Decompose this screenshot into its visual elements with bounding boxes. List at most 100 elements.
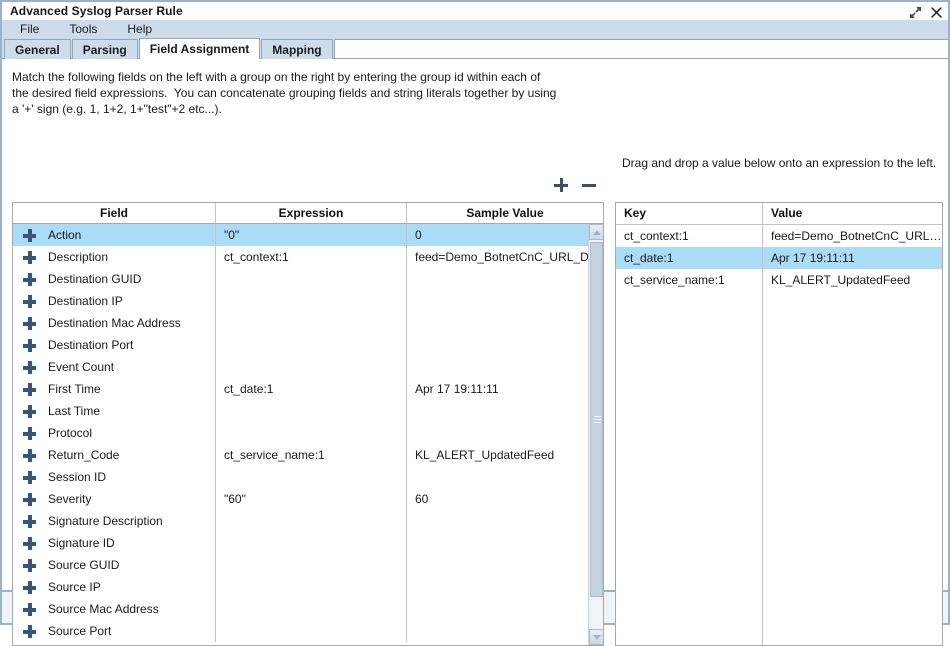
- field-label: First Time: [48, 378, 101, 400]
- table-row[interactable]: Destination Port: [13, 334, 603, 356]
- drag-handle-icon[interactable]: [23, 625, 36, 638]
- table-row[interactable]: Return_Codect_service_name:1KL_ALERT_Upd…: [13, 444, 603, 466]
- table-row[interactable]: Source Port: [13, 620, 603, 642]
- column-header-value[interactable]: Value: [763, 203, 942, 224]
- expression-cell[interactable]: ct_context:1: [216, 246, 407, 268]
- instructions-line-1: Match the following fields on the left w…: [12, 69, 552, 85]
- expression-cell[interactable]: "60": [216, 488, 407, 510]
- add-row-button[interactable]: [554, 178, 568, 192]
- table-row[interactable]: Severity"60"60: [13, 488, 603, 510]
- drag-handle-icon[interactable]: [23, 361, 36, 374]
- tab-strip: General Parsing Field Assignment Mapping: [0, 38, 950, 59]
- field-label: Signature Description: [48, 510, 163, 532]
- table-row[interactable]: Action"0"0: [13, 224, 603, 246]
- expression-cell[interactable]: [216, 422, 407, 444]
- expression-cell[interactable]: "0": [216, 224, 407, 246]
- drag-handle-icon[interactable]: [23, 317, 36, 330]
- restore-icon[interactable]: [907, 4, 924, 21]
- column-header-expression[interactable]: Expression: [216, 203, 407, 223]
- expression-cell[interactable]: [216, 400, 407, 422]
- expression-cell[interactable]: [216, 620, 407, 642]
- table-row[interactable]: Source Mac Address: [13, 598, 603, 620]
- remove-row-button[interactable]: [582, 178, 596, 192]
- table-row[interactable]: Source IP: [13, 576, 603, 598]
- drag-handle-icon[interactable]: [23, 251, 36, 264]
- title-bar: Advanced Syslog Parser Rule: [0, 0, 950, 20]
- list-item[interactable]: ct_service_name:1KL_ALERT_UpdatedFeed: [616, 269, 942, 291]
- field-cell: Description: [13, 246, 216, 268]
- drag-handle-icon[interactable]: [23, 449, 36, 462]
- menu-bar: File Tools Help: [0, 20, 950, 38]
- field-cell: Last Time: [13, 400, 216, 422]
- expression-cell[interactable]: [216, 510, 407, 532]
- close-icon[interactable]: [928, 4, 945, 21]
- field-label: Action: [48, 224, 81, 246]
- table-row[interactable]: Descriptionct_context:1feed=Demo_BotnetC…: [13, 246, 603, 268]
- column-header-field[interactable]: Field: [13, 203, 216, 223]
- drag-handle-icon[interactable]: [23, 493, 36, 506]
- drag-handle-icon[interactable]: [23, 339, 36, 352]
- table-row[interactable]: Destination GUID: [13, 268, 603, 290]
- drag-handle-icon[interactable]: [23, 471, 36, 484]
- table-row[interactable]: Signature ID: [13, 532, 603, 554]
- table-row[interactable]: First Timect_date:1Apr 17 19:11:11: [13, 378, 603, 400]
- value-table-header: Key Value: [616, 203, 942, 225]
- expression-cell[interactable]: [216, 312, 407, 334]
- table-row[interactable]: Destination IP: [13, 290, 603, 312]
- menu-item-tools[interactable]: Tools: [69, 22, 111, 36]
- expression-cell[interactable]: [216, 356, 407, 378]
- list-item[interactable]: ct_context:1feed=Demo_BotnetCnC_URL_D...: [616, 225, 942, 247]
- expression-cell[interactable]: ct_service_name:1: [216, 444, 407, 466]
- tab-field-assignment[interactable]: Field Assignment: [139, 38, 261, 59]
- table-row[interactable]: Protocol: [13, 422, 603, 444]
- drag-handle-icon[interactable]: [23, 537, 36, 550]
- field-label: Source GUID: [48, 554, 119, 576]
- scroll-down-icon[interactable]: [589, 629, 604, 645]
- field-cell: Destination IP: [13, 290, 216, 312]
- menu-item-help[interactable]: Help: [127, 22, 166, 36]
- drag-handle-icon[interactable]: [23, 427, 36, 440]
- menu-item-file[interactable]: File: [20, 22, 53, 36]
- field-cell: Source IP: [13, 576, 216, 598]
- drag-handle-icon[interactable]: [23, 559, 36, 572]
- column-header-sample-value[interactable]: Sample Value: [407, 203, 603, 223]
- expression-cell[interactable]: [216, 576, 407, 598]
- drag-handle-icon[interactable]: [23, 603, 36, 616]
- table-row[interactable]: Destination Mac Address: [13, 312, 603, 334]
- table-row[interactable]: Source GUID: [13, 554, 603, 576]
- field-cell: Protocol: [13, 422, 216, 444]
- drag-handle-icon[interactable]: [23, 405, 36, 418]
- expression-cell[interactable]: [216, 532, 407, 554]
- scroll-up-icon[interactable]: [589, 224, 604, 240]
- table-row[interactable]: Signature Description: [13, 510, 603, 532]
- drag-handle-icon[interactable]: [23, 273, 36, 286]
- expression-cell[interactable]: ct_date:1: [216, 378, 407, 400]
- expression-cell[interactable]: [216, 290, 407, 312]
- drag-handle-icon[interactable]: [23, 295, 36, 308]
- sample-value-cell: [407, 422, 603, 444]
- expression-cell[interactable]: [216, 334, 407, 356]
- expression-cell[interactable]: [216, 466, 407, 488]
- table-row[interactable]: Event Count: [13, 356, 603, 378]
- drag-handle-icon[interactable]: [23, 581, 36, 594]
- key-cell: ct_context:1: [616, 225, 763, 247]
- tab-general[interactable]: General: [4, 39, 71, 59]
- sample-value-cell: [407, 576, 603, 598]
- tab-mapping[interactable]: Mapping: [261, 39, 332, 59]
- list-item[interactable]: ct_date:1Apr 17 19:11:11: [616, 247, 942, 269]
- value-table-body: ct_context:1feed=Demo_BotnetCnC_URL_D...…: [616, 225, 942, 291]
- table-row[interactable]: Last Time: [13, 400, 603, 422]
- scrollbar-thumb[interactable]: [590, 242, 603, 597]
- expression-cell[interactable]: [216, 554, 407, 576]
- column-header-key[interactable]: Key: [616, 203, 763, 224]
- drag-handle-icon[interactable]: [23, 229, 36, 242]
- field-label: Source Port: [48, 620, 111, 642]
- table-row[interactable]: Session ID: [13, 466, 603, 488]
- tab-parsing[interactable]: Parsing: [72, 39, 138, 59]
- drag-handle-icon[interactable]: [23, 383, 36, 396]
- expression-cell[interactable]: [216, 598, 407, 620]
- drag-handle-icon[interactable]: [23, 515, 36, 528]
- field-table-scrollbar[interactable]: [588, 224, 603, 645]
- field-label: Destination GUID: [48, 268, 141, 290]
- expression-cell[interactable]: [216, 268, 407, 290]
